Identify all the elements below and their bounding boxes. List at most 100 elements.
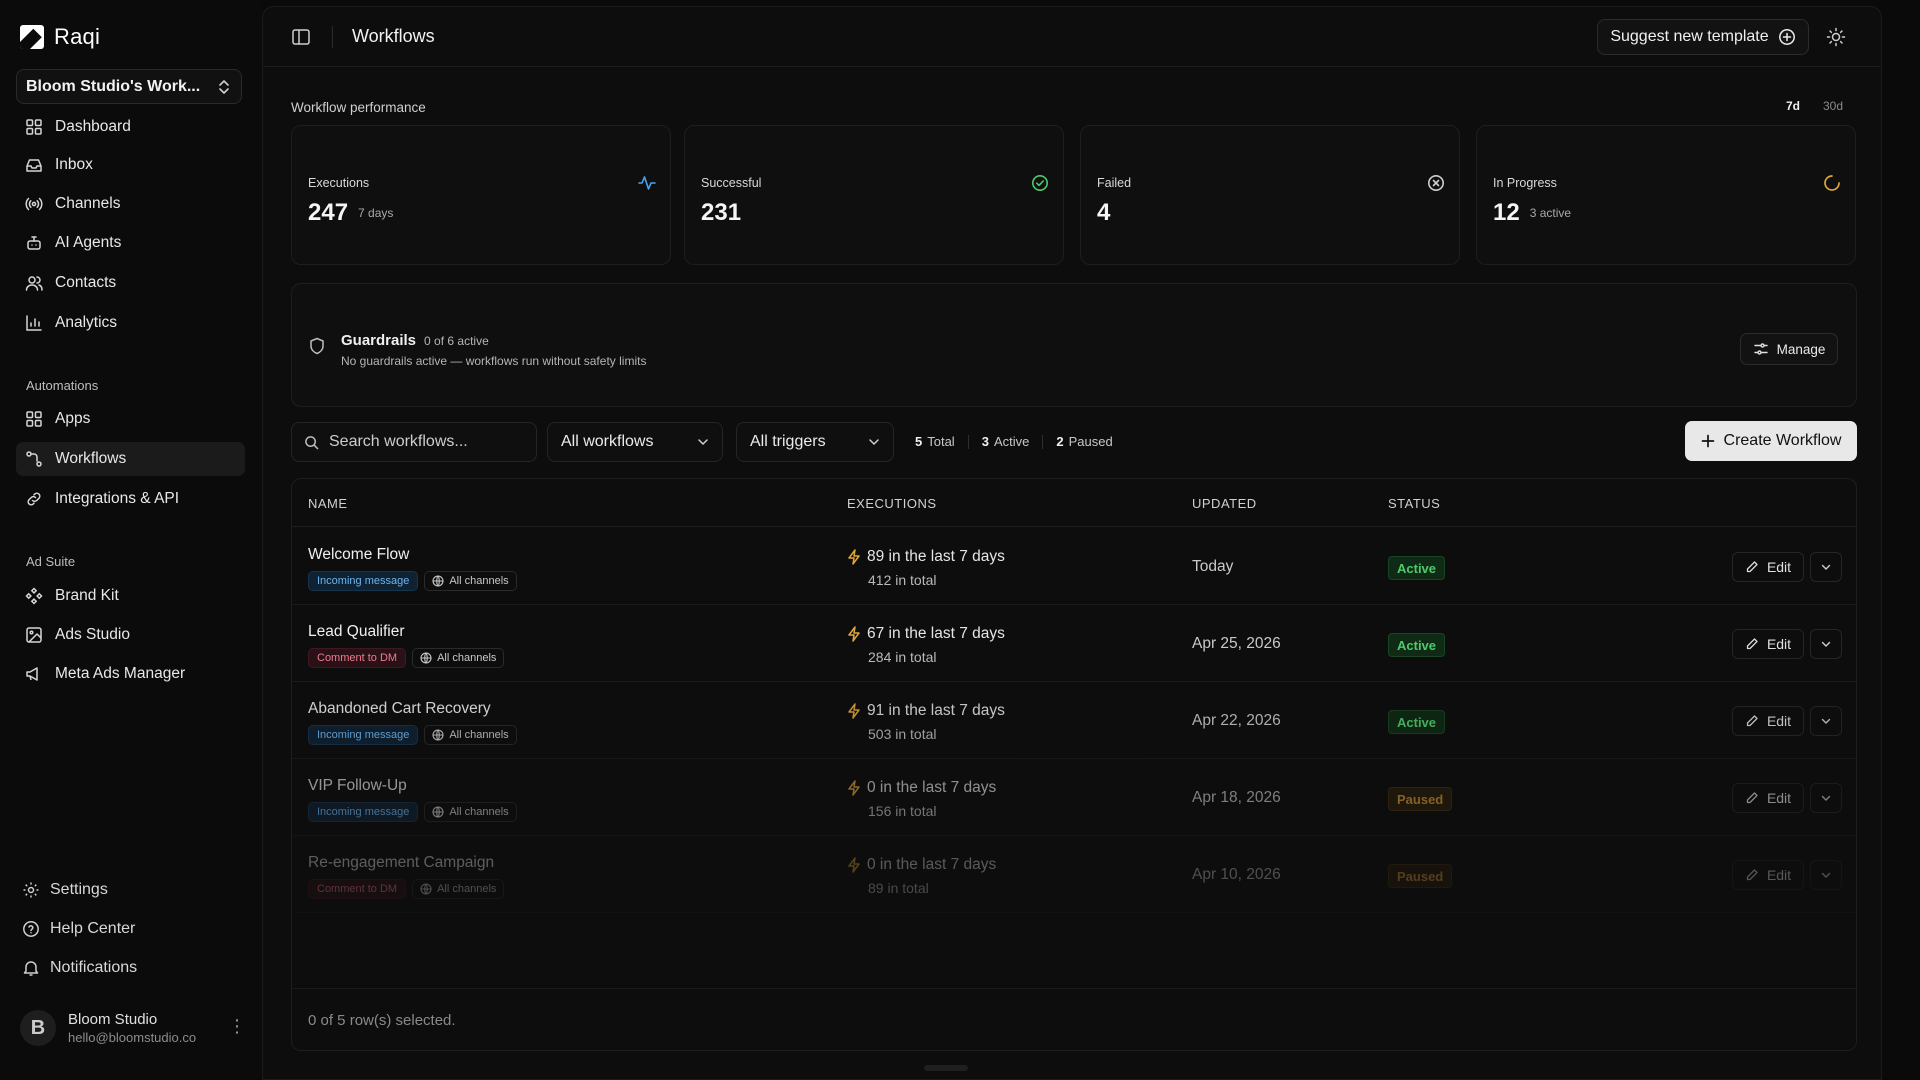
executions-recent: 67 in the last 7 days <box>867 625 1005 642</box>
edit-label: Edit <box>1766 713 1792 729</box>
create-workflow-label: Create Workflow <box>1723 432 1842 449</box>
updated-date: Today <box>1192 558 1234 575</box>
edit-button[interactable]: Edit <box>1732 706 1804 736</box>
workflow-name[interactable]: Lead Qualifier <box>308 623 405 641</box>
expand-row-button[interactable] <box>1810 552 1842 582</box>
trigger-filter-dropdown[interactable]: All triggers <box>736 422 894 462</box>
sidebar-item-contacts[interactable]: Contacts <box>16 266 245 300</box>
table-row[interactable]: Lead Qualifier Comment to DM All channel… <box>292 605 1856 682</box>
search-field[interactable] <box>291 422 537 462</box>
workflow-filter-dropdown[interactable]: All workflows <box>547 422 723 462</box>
manage-guardrails-button[interactable]: Manage <box>1740 333 1838 365</box>
table-row[interactable]: Welcome Flow Incoming message All channe… <box>292 528 1856 605</box>
executions-recent: 91 in the last 7 days <box>867 702 1005 719</box>
workflow-name[interactable]: Re-engagement Campaign <box>308 854 494 872</box>
chart-icon <box>26 315 42 331</box>
table-row[interactable]: VIP Follow-Up Incoming message All chann… <box>292 759 1856 836</box>
bolt-icon <box>848 626 860 642</box>
range-30d-tab[interactable]: 30d <box>1823 99 1843 113</box>
stat-sub: 3 active <box>1529 206 1572 220</box>
executions-total: 89 in total <box>868 880 929 896</box>
executions-cell: 0 in the last 7 days 156 in total <box>847 779 996 819</box>
brand[interactable]: Raqi <box>20 24 100 50</box>
channels-label: All channels <box>449 729 509 741</box>
sidebar-item-ai-agents[interactable]: AI Agents <box>16 226 245 260</box>
range-7d-tab[interactable]: 7d <box>1786 99 1800 113</box>
bolt-icon <box>848 703 860 719</box>
pencil-icon <box>1746 638 1758 650</box>
edit-label: Edit <box>1766 559 1792 575</box>
expand-row-button[interactable] <box>1810 860 1842 890</box>
section-automations: Automations <box>26 378 99 393</box>
manage-label: Manage <box>1776 341 1826 357</box>
workflow-tags: Comment to DM All channels <box>308 648 505 668</box>
sun-icon[interactable] <box>1826 27 1846 47</box>
check-circle-icon <box>1032 175 1048 191</box>
sidebar-item-label: Brand Kit <box>55 587 119 604</box>
chevrons-up-down-icon <box>219 79 229 94</box>
workflow-name[interactable]: Welcome Flow <box>308 546 409 564</box>
total-count: 5 <box>915 434 923 449</box>
sidebar-item-integrations[interactable]: Integrations & API <box>16 482 245 516</box>
status-badge: Active <box>1388 633 1446 657</box>
executions-total: 412 in total <box>868 572 937 588</box>
column-header-name[interactable]: NAME <box>308 496 348 511</box>
sidebar-item-label: Dashboard <box>55 118 131 135</box>
column-header-executions[interactable]: EXECUTIONS <box>847 496 937 511</box>
table-row[interactable]: Abandoned Cart Recovery Incoming message… <box>292 682 1856 759</box>
stat-value: 231 <box>701 199 742 226</box>
stat-sub: 7 days <box>358 206 394 220</box>
column-header-status[interactable]: STATUS <box>1388 496 1440 511</box>
workspace-switcher[interactable]: Bloom Studio's Work... <box>16 69 242 104</box>
expand-row-button[interactable] <box>1810 629 1842 659</box>
workflow-filter-value: All workflows <box>561 433 654 450</box>
topbar: Workflows Suggest new template <box>263 7 1881 67</box>
stat-card-in-progress: In Progress 12 3 active <box>1476 125 1856 265</box>
edit-label: Edit <box>1766 867 1792 883</box>
workflow-name[interactable]: Abandoned Cart Recovery <box>308 700 491 718</box>
sidebar-item-analytics[interactable]: Analytics <box>16 306 245 340</box>
edit-button[interactable]: Edit <box>1732 629 1804 659</box>
table-row[interactable]: Re-engagement Campaign Comment to DM All… <box>292 836 1856 913</box>
search-input[interactable] <box>329 433 519 451</box>
column-header-updated[interactable]: UPDATED <box>1192 496 1257 511</box>
workflow-icon <box>26 451 42 467</box>
expand-row-button[interactable] <box>1810 706 1842 736</box>
more-vertical-icon[interactable]: ⋮ <box>228 1017 246 1035</box>
trigger-tag: Incoming message <box>308 571 419 591</box>
plus-icon <box>1701 434 1714 448</box>
stat-label: Successful <box>701 176 762 190</box>
edit-button[interactable]: Edit <box>1732 552 1804 582</box>
edit-button[interactable]: Edit <box>1732 783 1804 813</box>
sidebar-item-workflows[interactable]: Workflows <box>16 442 245 476</box>
sidebar-item-dashboard[interactable]: Dashboard <box>16 110 245 144</box>
sidebar-item-inbox[interactable]: Inbox <box>16 148 245 182</box>
sidebar-item-label: Notifications <box>50 959 138 976</box>
executions-recent: 0 in the last 7 days <box>867 856 997 873</box>
sidebar-item-label: Settings <box>50 881 108 898</box>
sidebar-item-channels[interactable]: Channels <box>16 187 245 221</box>
sidebar-item-brand-kit[interactable]: Brand Kit <box>16 579 245 613</box>
guardrails-description: No guardrails active — workflows run wit… <box>341 354 647 368</box>
status-badge: Paused <box>1388 787 1453 811</box>
sidebar-item-ads-studio[interactable]: Ads Studio <box>16 618 245 652</box>
sidebar-item-help-center[interactable]: Help Center <box>22 920 135 938</box>
sidebar-item-label: Help Center <box>50 920 136 937</box>
divider <box>1042 434 1044 449</box>
executions-cell: 67 in the last 7 days 284 in total <box>847 625 1005 665</box>
stat-label: In Progress <box>1493 176 1557 190</box>
sidebar-item-meta-ads-manager[interactable]: Meta Ads Manager <box>16 657 245 691</box>
sidebar-item-apps[interactable]: Apps <box>16 402 245 436</box>
brand-logo-icon <box>20 25 44 49</box>
create-workflow-button[interactable]: Create Workflow <box>1685 421 1857 461</box>
resize-handle[interactable] <box>924 1065 968 1071</box>
sidebar-toggle-icon[interactable] <box>291 27 311 47</box>
user-profile[interactable]: B Bloom Studio hello@bloomstudio.co ⋮ <box>20 1010 246 1046</box>
expand-row-button[interactable] <box>1810 783 1842 813</box>
edit-button[interactable]: Edit <box>1732 860 1804 890</box>
workflow-name[interactable]: VIP Follow-Up <box>308 777 407 795</box>
sidebar-item-settings[interactable]: Settings <box>22 881 108 899</box>
suggest-template-button[interactable]: Suggest new template <box>1597 19 1809 55</box>
sidebar-item-notifications[interactable]: Notifications <box>22 959 137 977</box>
contacts-icon <box>25 276 43 291</box>
